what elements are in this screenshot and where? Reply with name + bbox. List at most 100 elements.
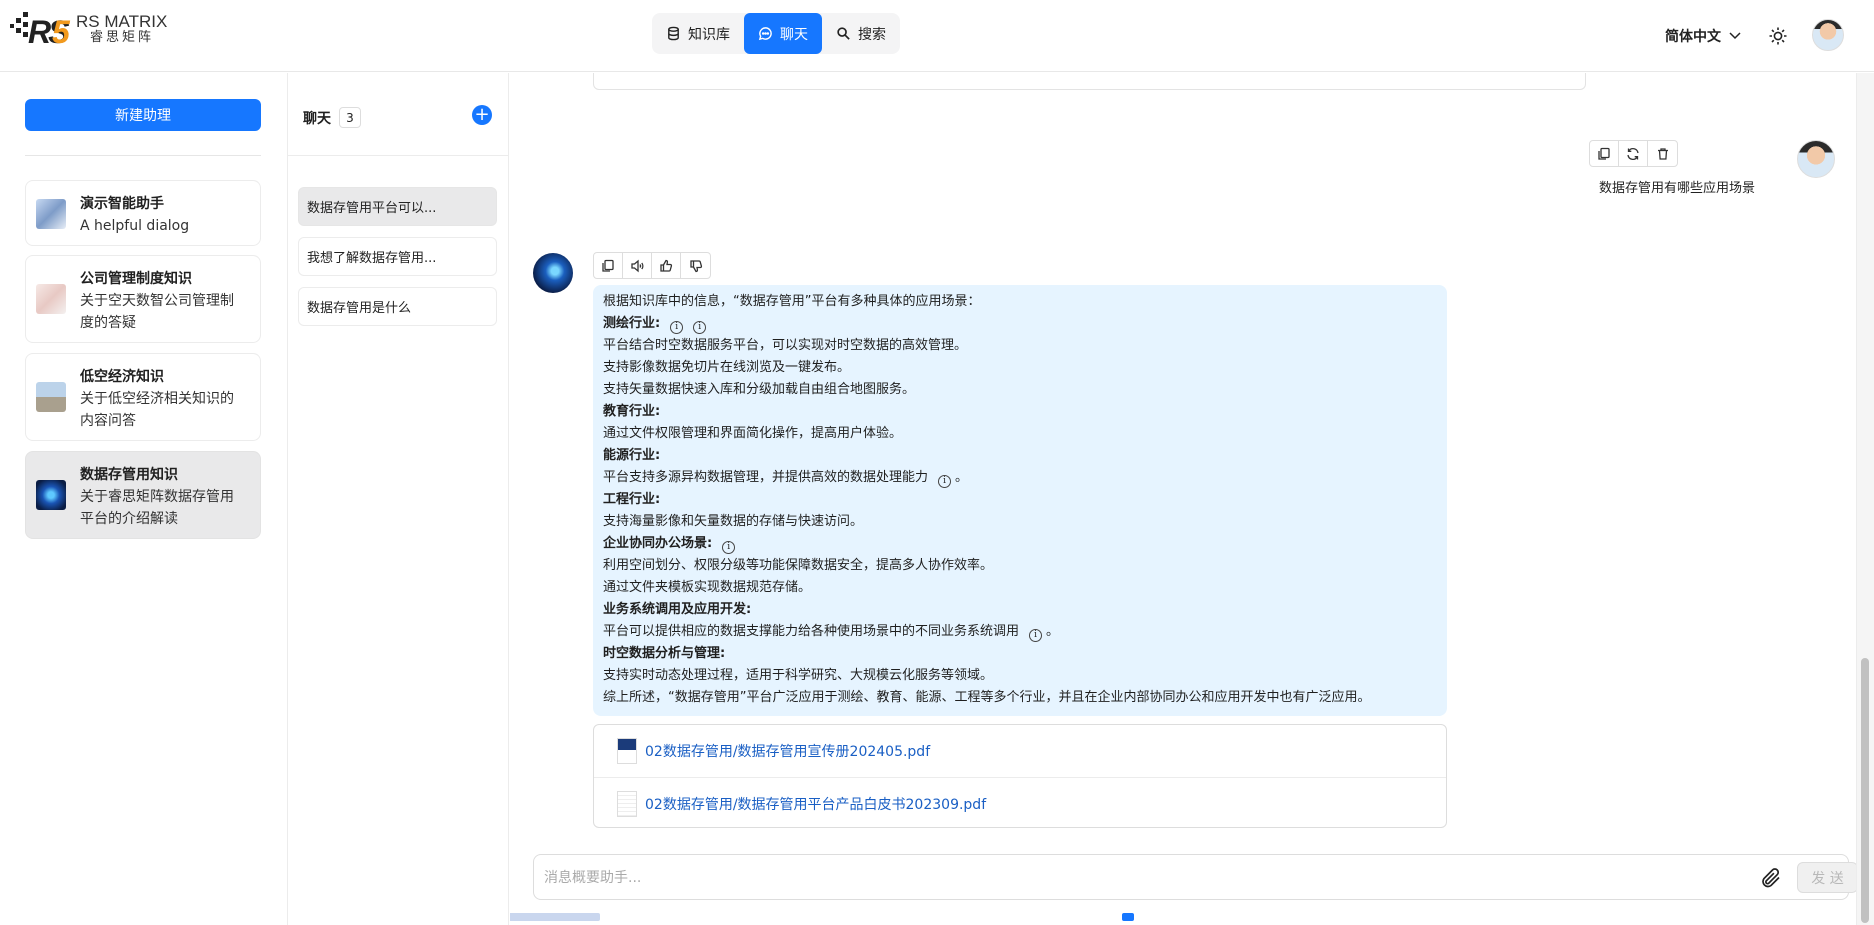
assistant-title: 演示智能助手	[80, 196, 164, 212]
language-label: 简体中文	[1665, 29, 1721, 45]
refresh-icon	[1627, 147, 1639, 160]
copy-icon	[602, 259, 614, 272]
brand-logo[interactable]: RS 5 RS MATRIX 睿思矩阵	[8, 10, 168, 50]
assistant-thumbnail	[36, 382, 66, 412]
dislike-button[interactable]	[681, 253, 710, 278]
top-nav-tabs: 知识库 聊天 搜索	[652, 13, 900, 54]
info-icon[interactable]: i	[722, 540, 736, 554]
chat-bubble-icon	[758, 27, 772, 41]
answer-line: 支持矢量数据快速入库和分级加载自由组合地图服务。	[603, 382, 916, 397]
sun-icon[interactable]	[1768, 26, 1788, 46]
tab-search[interactable]: 搜索	[822, 13, 900, 54]
brand-name-en: RS MATRIX	[76, 11, 168, 31]
answer-period: 。	[1046, 624, 1060, 639]
thumbs-down-icon	[689, 259, 702, 272]
assistant-thumbnail	[36, 199, 66, 229]
assistant-title: 低空经济知识	[80, 369, 164, 385]
answer-line: 支持实时动态处理过程，适用于科学研究、大规模云化服务等领域。	[603, 668, 994, 683]
tab-knowledge-base[interactable]: 知识库	[652, 13, 744, 54]
scrollbar-thumb[interactable]	[1861, 658, 1869, 923]
answer-heading: 工程行业:	[603, 492, 661, 507]
message-input[interactable]	[544, 866, 1694, 890]
like-button[interactable]	[652, 253, 681, 278]
chat-item[interactable]: 我想了解数据存管用...	[298, 237, 497, 276]
chevron-down-icon	[1729, 32, 1741, 40]
assistant-thumbnail	[36, 480, 66, 510]
add-chat-button[interactable]: +	[472, 105, 492, 125]
divider	[288, 155, 509, 156]
assistant-desc: A helpful dialog	[80, 218, 190, 234]
plus-icon: +	[474, 104, 490, 125]
chat-count-badge: 3	[339, 107, 361, 128]
tab-knowledge-base-label: 知识库	[688, 26, 730, 43]
assistant-title: 数据存管用知识	[80, 467, 178, 483]
answer-line: 通过文件权限管理和界面简化操作，提高用户体验。	[603, 426, 903, 441]
assistant-item-low-altitude[interactable]: 低空经济知识 关于低空经济相关知识的内容问答	[25, 353, 261, 441]
info-icon[interactable]: i	[670, 320, 684, 334]
answer-heading: 企业协同办公场景:	[603, 536, 713, 551]
answer-heading: 能源行业:	[603, 448, 661, 463]
chat-list-title: 聊天 3	[303, 107, 361, 128]
file-name: 02数据存管用/数据存管用宣传册202405.pdf	[645, 744, 931, 760]
pdf-thumbnail	[617, 738, 637, 764]
answer-line: 平台结合时空数据服务平台，可以实现对时空数据的高效管理。	[603, 338, 968, 353]
tab-search-label: 搜索	[858, 26, 886, 43]
user-message-text: 数据存管用有哪些应用场景	[1599, 181, 1756, 196]
assistant-desc: 关于低空经济相关知识的内容问答	[80, 391, 234, 429]
chat-item[interactable]: 数据存管用平台可以...	[298, 187, 497, 226]
assistant-panel: 新建助理 演示智能助手 A helpful dialog 公司管理制度知识 关于…	[0, 73, 288, 925]
divider	[25, 155, 261, 156]
answer-heading: 测绘行业:	[603, 316, 661, 331]
copy-answer-button[interactable]	[594, 253, 623, 278]
trash-icon	[1657, 147, 1668, 160]
regenerate-button[interactable]	[1619, 141, 1648, 166]
assistant-desc: 关于睿思矩阵数据存管用平台的介绍解读	[80, 489, 234, 527]
logo-number: 5	[52, 14, 70, 50]
search-icon	[837, 27, 850, 40]
chat-list-label: 聊天	[303, 110, 331, 127]
conversation-area: 数据存管用有哪些应用场景 根据知识库中的信息，“数据存管用”平台有多种具体的应用…	[510, 73, 1856, 925]
top-header: RS 5 RS MATRIX 睿思矩阵 知识库 聊天 搜索 简体中文	[0, 0, 1874, 72]
language-select[interactable]: 简体中文	[1665, 26, 1741, 46]
user-message-toolbar	[1589, 140, 1678, 167]
answer-heading: 教育行业:	[603, 404, 661, 419]
info-icon[interactable]: i	[938, 474, 952, 488]
info-icon[interactable]: i	[693, 320, 707, 334]
user-avatar[interactable]	[1812, 19, 1844, 51]
answer-period: 。	[955, 470, 969, 485]
read-aloud-button[interactable]	[623, 253, 652, 278]
chat-item[interactable]: 数据存管用是什么	[298, 287, 497, 326]
assistant-item-demo[interactable]: 演示智能助手 A helpful dialog	[25, 180, 261, 246]
info-icon[interactable]: i	[1029, 628, 1043, 642]
delete-button[interactable]	[1648, 141, 1677, 166]
assistant-avatar	[533, 253, 573, 293]
answer-line: 通过文件夹模板实现数据规范存储。	[603, 580, 812, 595]
copy-icon	[1598, 147, 1610, 160]
message-composer: 发 送	[533, 854, 1856, 900]
answer-line: 平台支持多源异构数据管理，并提供高效的数据处理能力	[603, 470, 929, 485]
chat-list-panel: 聊天 3 + 数据存管用平台可以... 我想了解数据存管用... 数据存管用是什…	[288, 73, 509, 925]
answer-line: 支持影像数据免切片在线浏览及一键发布。	[603, 360, 851, 375]
speaker-icon	[631, 259, 644, 272]
user-message-avatar	[1797, 140, 1835, 178]
reference-files: 02数据存管用/数据存管用宣传册202405.pdf 02数据存管用/数据存管用…	[593, 724, 1447, 828]
paperclip-icon[interactable]	[1759, 866, 1783, 890]
answer-intro: 根据知识库中的信息，“数据存管用”平台有多种具体的应用场景：	[603, 294, 981, 309]
tab-chat[interactable]: 聊天	[744, 13, 822, 54]
logo-mark: RS 5	[8, 10, 70, 50]
previous-file-card	[593, 73, 1586, 90]
background-overflow	[510, 913, 1856, 925]
file-link[interactable]: 02数据存管用/数据存管用平台产品白皮书202309.pdf	[594, 777, 1446, 829]
send-button[interactable]: 发 送	[1797, 862, 1856, 893]
answer-heading: 时空数据分析与管理:	[603, 646, 726, 661]
answer-line: 平台可以提供相应的数据支撑能力给各种使用场景中的不同业务系统调用	[603, 624, 1020, 639]
file-name: 02数据存管用/数据存管用平台产品白皮书202309.pdf	[645, 796, 987, 813]
new-assistant-button[interactable]: 新建助理	[25, 99, 261, 131]
assistant-item-data-storage[interactable]: 数据存管用知识 关于睿思矩阵数据存管用平台的介绍解读	[25, 451, 261, 539]
assistant-message-toolbar	[593, 252, 711, 279]
database-icon	[668, 26, 679, 41]
assistant-item-company-policy[interactable]: 公司管理制度知识 关于空天数智公司管理制度的答疑	[25, 255, 261, 343]
file-link[interactable]: 02数据存管用/数据存管用宣传册202405.pdf	[594, 725, 1446, 777]
copy-button[interactable]	[1590, 141, 1619, 166]
page-scrollbar[interactable]	[1856, 73, 1874, 925]
